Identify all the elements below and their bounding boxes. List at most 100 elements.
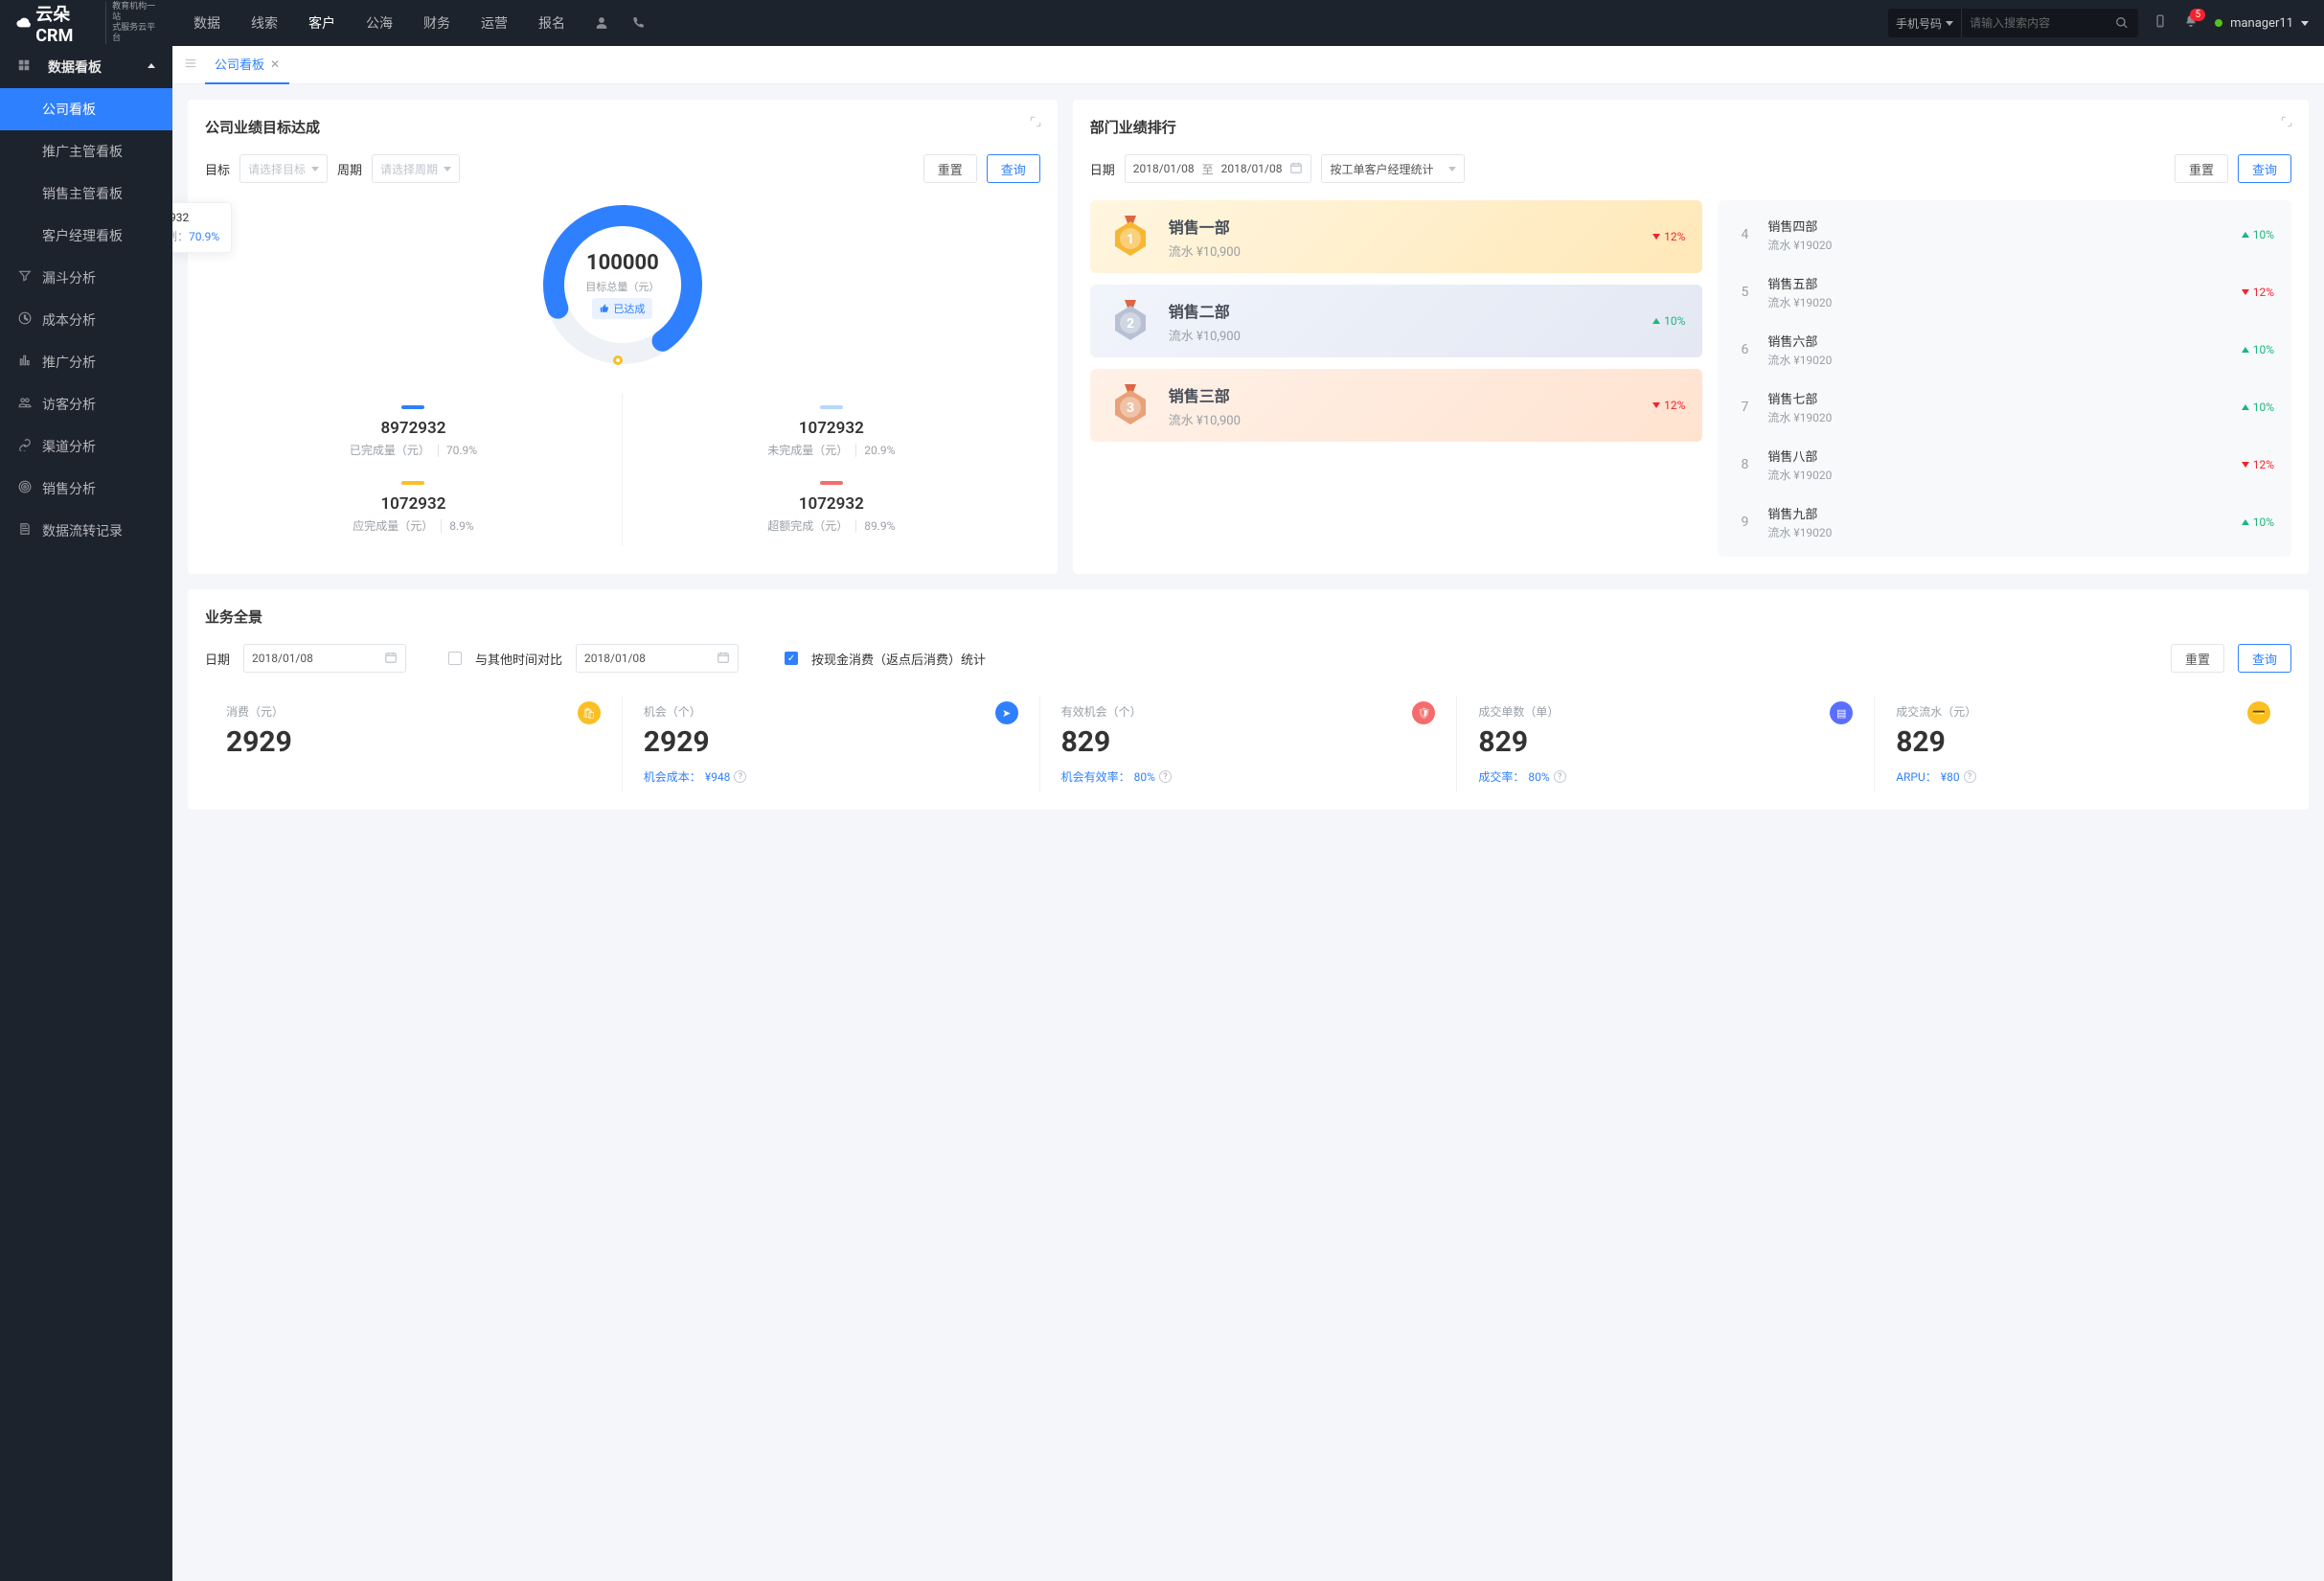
target-filter-row: 目标 请选择目标 周期 请选择周期 重置 查询 bbox=[205, 154, 1040, 183]
topnav-item[interactable]: 公海 bbox=[353, 0, 406, 46]
pill-icon bbox=[401, 481, 424, 485]
trend-indicator: 10% bbox=[2242, 401, 2274, 414]
date-picker-2[interactable]: 2018/01/08 bbox=[576, 644, 739, 673]
sidebar-sub-item[interactable]: 公司看板 bbox=[0, 88, 172, 130]
date-picker-1[interactable]: 2018/01/08 bbox=[243, 644, 406, 673]
trend-indicator: 10% bbox=[1652, 314, 1685, 328]
help-icon[interactable]: ? bbox=[734, 770, 746, 783]
topnav-item[interactable]: 线索 bbox=[238, 0, 291, 46]
label-cash-stat: 按现金消费（返点后消费）统计 bbox=[811, 650, 986, 668]
ranking-filter-row: 日期 2018/01/08 至 2018/01/08 按工单客户经理统计 重置 … bbox=[1090, 154, 2291, 183]
funnel-icon bbox=[17, 269, 33, 286]
phone-icon[interactable] bbox=[623, 0, 653, 46]
search-type-select[interactable]: 手机号码 bbox=[1888, 9, 1962, 37]
sidebar-sub-item[interactable]: 客户经理看板 bbox=[0, 215, 172, 257]
checkbox-compare[interactable] bbox=[448, 652, 462, 665]
reset-button[interactable]: 重置 bbox=[923, 154, 977, 183]
dashboard-icon bbox=[17, 58, 31, 76]
reset-button[interactable]: 重置 bbox=[2171, 644, 2224, 673]
hamburger-icon[interactable] bbox=[184, 57, 197, 74]
svg-text:1: 1 bbox=[1127, 232, 1134, 247]
trend-indicator: 12% bbox=[1652, 399, 1685, 412]
sidebar: 数据看板 公司看板推广主管看板销售主管看板客户经理看板 漏斗分析成本分析推广分析… bbox=[0, 46, 172, 1581]
logo: 云朵CRM 教育机构一站式服务云平台 bbox=[0, 1, 172, 46]
sidebar-sub-item[interactable]: 推广主管看板 bbox=[0, 130, 172, 172]
rank-card-top: 1 销售一部流水 ¥10,900 12% bbox=[1090, 200, 1703, 273]
pill-icon bbox=[820, 481, 843, 485]
checkbox-cash[interactable] bbox=[785, 652, 798, 665]
card-target-achievement: 公司业绩目标达成 目标 请选择目标 周期 请选择周期 重置 查询 1072932 bbox=[188, 100, 1058, 574]
chevron-down-icon bbox=[2301, 21, 2309, 26]
svg-text:3: 3 bbox=[1127, 401, 1134, 416]
query-button[interactable]: 查询 bbox=[2238, 644, 2291, 673]
bell-icon[interactable]: 5 bbox=[2184, 14, 2198, 32]
rank-row: 8 销售八部流水 ¥19020 12% bbox=[1718, 436, 2291, 493]
link-icon bbox=[17, 438, 33, 455]
card-title: 公司业绩目标达成 bbox=[205, 117, 1040, 137]
metrics-grid: 8972932 已完成量（元）70.9% 1072932 未完成量（元）20.9… bbox=[205, 394, 1040, 545]
select-stat-by[interactable]: 按工单客户经理统计 bbox=[1321, 154, 1465, 183]
overview-cards: 🛍 消费（元） 2929➤ 机会（个） 2929机会成本：¥948?🛡 有效机会… bbox=[205, 696, 2291, 792]
search-input[interactable] bbox=[1962, 16, 2106, 30]
metric-icon: 💳 bbox=[2247, 701, 2270, 724]
sidebar-item[interactable]: 访客分析 bbox=[0, 383, 172, 425]
metric-cell: 8972932 已完成量（元）70.9% bbox=[205, 394, 623, 470]
top-right: 5 manager11 bbox=[2153, 14, 2309, 32]
rank-row: 6 销售六部流水 ¥19020 10% bbox=[1718, 321, 2291, 378]
search-button[interactable] bbox=[2106, 9, 2138, 37]
sidebar-item[interactable]: 漏斗分析 bbox=[0, 257, 172, 299]
help-icon[interactable]: ? bbox=[1554, 770, 1566, 783]
topnav-item[interactable]: 数据 bbox=[180, 0, 234, 46]
sidebar-item[interactable]: 成本分析 bbox=[0, 299, 172, 341]
topnav-item[interactable]: 报名 bbox=[525, 0, 579, 46]
query-button[interactable]: 查询 bbox=[2238, 154, 2291, 183]
topnav-item[interactable]: 财务 bbox=[410, 0, 464, 46]
trend-indicator: 12% bbox=[1652, 230, 1685, 243]
sidebar-sub-item[interactable]: 销售主管看板 bbox=[0, 172, 172, 215]
label-target: 目标 bbox=[205, 160, 230, 178]
user-icon[interactable] bbox=[586, 0, 617, 46]
metric-icon: ➤ bbox=[995, 701, 1018, 724]
metric-cell: 1072932 超额完成（元）89.9% bbox=[623, 470, 1040, 545]
device-icon[interactable] bbox=[2153, 14, 2167, 32]
donut-status-chip: 已达成 bbox=[592, 298, 652, 319]
trend-indicator: 10% bbox=[2242, 516, 2274, 529]
topnav-item[interactable]: 客户 bbox=[295, 0, 349, 46]
record-icon bbox=[17, 522, 33, 539]
date-range-picker[interactable]: 2018/01/08 至 2018/01/08 bbox=[1125, 154, 1312, 183]
trend-indicator: 10% bbox=[2242, 228, 2274, 241]
calendar-icon bbox=[717, 651, 730, 667]
topnav-item[interactable]: 运营 bbox=[467, 0, 521, 46]
trend-indicator: 12% bbox=[2242, 286, 2274, 299]
clock-icon bbox=[17, 311, 33, 329]
topnav-extra-icons bbox=[586, 0, 653, 46]
pill-icon bbox=[401, 405, 424, 409]
sidebar-item[interactable]: 数据流转记录 bbox=[0, 510, 172, 552]
sidebar-item[interactable]: 销售分析 bbox=[0, 468, 172, 510]
card-title: 部门业绩排行 bbox=[1090, 117, 2291, 137]
sidebar-item[interactable]: 渠道分析 bbox=[0, 425, 172, 468]
tab-company-dashboard[interactable]: 公司看板 ✕ bbox=[205, 46, 289, 84]
rank-card-top: 3 销售三部流水 ¥10,900 12% bbox=[1090, 369, 1703, 442]
help-icon[interactable]: ? bbox=[1159, 770, 1172, 783]
sidebar-group-dashboard[interactable]: 数据看板 bbox=[0, 46, 172, 88]
close-icon[interactable]: ✕ bbox=[270, 57, 280, 71]
calendar-icon bbox=[384, 651, 398, 667]
metric-icon: 🛡 bbox=[1412, 701, 1435, 724]
medal-icon: 2 bbox=[1107, 298, 1153, 344]
select-target[interactable]: 请选择目标 bbox=[239, 154, 328, 183]
status-dot-icon bbox=[2215, 19, 2222, 27]
logo-subtitle: 教育机构一站式服务云平台 bbox=[105, 2, 157, 43]
query-button[interactable]: 查询 bbox=[987, 154, 1040, 183]
expand-icon[interactable] bbox=[2280, 115, 2293, 132]
sidebar-item[interactable]: 推广分析 bbox=[0, 341, 172, 383]
calendar-icon bbox=[1289, 161, 1303, 177]
select-period[interactable]: 请选择周期 bbox=[372, 154, 460, 183]
ranking-rest: 4 销售四部流水 ¥19020 10%5 销售五部流水 ¥19020 12%6 … bbox=[1718, 200, 2291, 557]
expand-icon[interactable] bbox=[1029, 115, 1042, 132]
reset-button[interactable]: 重置 bbox=[2175, 154, 2228, 183]
user-menu[interactable]: manager11 bbox=[2215, 16, 2309, 31]
help-icon[interactable]: ? bbox=[1964, 770, 1976, 783]
sidebar-main-list: 漏斗分析成本分析推广分析访客分析渠道分析销售分析数据流转记录 bbox=[0, 257, 172, 552]
rank-row: 4 销售四部流水 ¥19020 10% bbox=[1718, 206, 2291, 264]
